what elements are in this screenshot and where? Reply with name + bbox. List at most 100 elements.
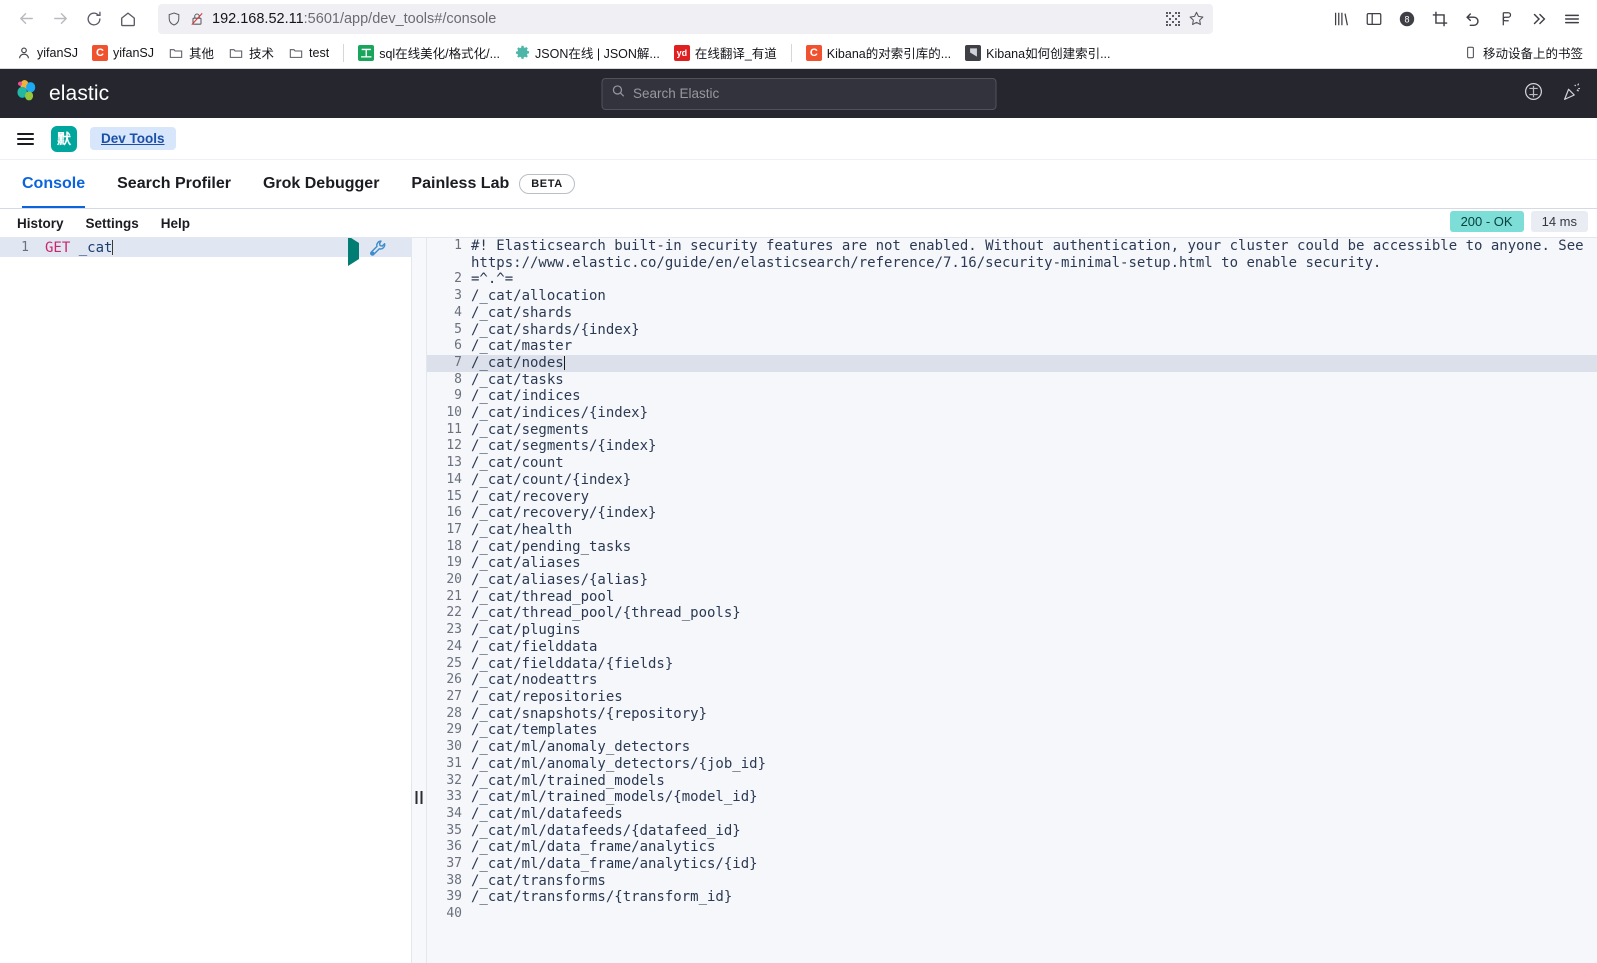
tab-search-profiler[interactable]: Search Profiler xyxy=(101,160,247,208)
response-line[interactable]: 32 /_cat/ml/trained_models xyxy=(427,773,1597,790)
bookmark-folder[interactable]: test xyxy=(282,42,335,64)
response-line[interactable]: 17 /_cat/health xyxy=(427,522,1597,539)
response-line[interactable]: 40 xyxy=(427,906,1597,923)
bookmark-folder[interactable]: 技术 xyxy=(222,40,280,65)
undo-icon[interactable] xyxy=(1458,4,1488,34)
response-line[interactable]: 29 /_cat/templates xyxy=(427,722,1597,739)
response-line[interactable]: 25 /_cat/fielddata/{fields} xyxy=(427,656,1597,673)
pocket-icon[interactable] xyxy=(1491,4,1521,34)
back-arrow-icon[interactable] xyxy=(10,4,42,34)
response-line[interactable]: 28 /_cat/snapshots/{repository} xyxy=(427,706,1597,723)
bookmark-item[interactable]: JSON在线 | JSON解... xyxy=(508,40,666,65)
tab-label: Search Profiler xyxy=(117,175,231,192)
response-line[interactable]: 5 /_cat/shards/{index} xyxy=(427,322,1597,339)
response-line[interactable]: 8 /_cat/tasks xyxy=(427,372,1597,389)
breadcrumb[interactable]: Dev Tools xyxy=(90,127,176,150)
response-line[interactable]: 36 /_cat/ml/data_frame/analytics xyxy=(427,839,1597,856)
play-icon[interactable] xyxy=(348,238,359,266)
overflow-chevrons-icon[interactable] xyxy=(1524,4,1554,34)
response-line[interactable]: 22 /_cat/thread_pool/{thread_pools} xyxy=(427,605,1597,622)
qr-icon[interactable] xyxy=(1165,11,1181,27)
help-icon[interactable] xyxy=(1523,81,1544,107)
bookmark-item[interactable]: C yifanSJ xyxy=(86,42,160,64)
forward-arrow-icon[interactable] xyxy=(44,4,76,34)
response-line[interactable]: 23 /_cat/plugins xyxy=(427,622,1597,639)
container-8-icon[interactable]: 8 xyxy=(1392,4,1422,34)
star-icon[interactable] xyxy=(1188,10,1205,27)
response-line[interactable]: 4 /_cat/shards xyxy=(427,305,1597,322)
mobile-bookmarks-folder[interactable]: 移动设备上的书签 xyxy=(1463,43,1587,62)
response-line[interactable]: 31 /_cat/ml/anomaly_detectors/{job_id} xyxy=(427,756,1597,773)
library-icon[interactable] xyxy=(1326,4,1356,34)
response-line-number: 28 xyxy=(446,705,462,721)
response-line[interactable]: 34 /_cat/ml/datafeeds xyxy=(427,806,1597,823)
tab-grok-debugger[interactable]: Grok Debugger xyxy=(247,160,395,208)
response-line[interactable]: 27 /_cat/repositories xyxy=(427,689,1597,706)
response-line-number: 7 xyxy=(454,354,462,370)
response-line[interactable]: 18 /_cat/pending_tasks xyxy=(427,539,1597,556)
response-line[interactable]: 1 #! Elasticsearch built-in security feat… xyxy=(427,238,1597,271)
beta-badge: BETA xyxy=(519,174,575,194)
response-line[interactable]: 20 /_cat/aliases/{alias} xyxy=(427,572,1597,589)
response-line[interactable]: 16 /_cat/recovery/{index} xyxy=(427,505,1597,522)
address-bar[interactable]: 192.168.52.11:5601/app/dev_tools#/consol… xyxy=(158,3,1213,34)
person-icon xyxy=(16,45,32,61)
response-line[interactable]: 21 /_cat/thread_pool xyxy=(427,589,1597,606)
sidebar-icon[interactable] xyxy=(1359,4,1389,34)
response-line[interactable]: 35 /_cat/ml/datafeeds/{datafeed_id} xyxy=(427,823,1597,840)
response-line-number: 6 xyxy=(454,338,462,354)
response-line[interactable]: 7 /_cat/nodes xyxy=(427,354,1597,372)
dev-tools-tabs: Console Search Profiler Grok Debugger Pa… xyxy=(0,160,1597,209)
app-menu-icon[interactable] xyxy=(1557,4,1587,34)
news-icon[interactable] xyxy=(1562,81,1583,107)
response-line[interactable]: 38 /_cat/transforms xyxy=(427,873,1597,890)
bookmark-item[interactable]: yd 在线翻译_有道 xyxy=(668,40,783,65)
reload-icon[interactable] xyxy=(78,4,110,34)
response-line-content: /_cat/count xyxy=(471,455,564,472)
console-menu-help[interactable]: Help xyxy=(150,216,201,231)
console-menu-history[interactable]: History xyxy=(6,216,75,231)
bookmark-label: 在线翻译_有道 xyxy=(694,47,777,61)
bookmark-item[interactable]: Kibana如何创建索引... xyxy=(959,40,1116,65)
response-line[interactable]: 2 =^.^= xyxy=(427,271,1597,288)
response-line[interactable]: 33 /_cat/ml/trained_models/{model_id} xyxy=(427,789,1597,806)
tab-painless-lab[interactable]: Painless Lab BETA xyxy=(395,160,590,208)
broken-lock-icon[interactable] xyxy=(189,11,205,27)
response-line[interactable]: 37 /_cat/ml/data_frame/analytics/{id} xyxy=(427,856,1597,873)
crop-icon[interactable] xyxy=(1425,4,1455,34)
response-line[interactable]: 6 /_cat/master xyxy=(427,338,1597,355)
svg-text:8: 8 xyxy=(1404,14,1409,24)
response-line[interactable]: 10 /_cat/indices/{index} xyxy=(427,405,1597,422)
pane-splitter[interactable] xyxy=(411,238,427,963)
splitter-grip-icon[interactable] xyxy=(415,791,423,804)
console-menu-settings[interactable]: Settings xyxy=(75,216,150,231)
bookmark-folder[interactable]: 其他 xyxy=(162,40,220,65)
wrench-icon[interactable] xyxy=(369,239,388,262)
response-line[interactable]: 11 /_cat/segments xyxy=(427,422,1597,439)
response-line[interactable]: 19 /_cat/aliases xyxy=(427,555,1597,572)
tab-console[interactable]: Console xyxy=(6,160,101,208)
response-line[interactable]: 39 /_cat/transforms/{transform_id} xyxy=(427,889,1597,906)
space-badge[interactable]: 默 xyxy=(51,125,77,152)
response-line[interactable]: 9 /_cat/indices xyxy=(427,388,1597,405)
bookmark-item[interactable]: C Kibana的对索引库的... xyxy=(800,40,957,65)
hamburger-menu-icon[interactable] xyxy=(13,129,38,149)
bookmark-item[interactable]: yifanSJ xyxy=(10,42,84,64)
browser-toolbar-actions: 8 xyxy=(1320,4,1587,34)
response-line[interactable]: 26 /_cat/nodeattrs xyxy=(427,672,1597,689)
response-line[interactable]: 3 /_cat/allocation xyxy=(427,288,1597,305)
response-line[interactable]: 30 /_cat/ml/anomaly_detectors xyxy=(427,739,1597,756)
global-search-input[interactable]: Search Elastic xyxy=(601,77,996,110)
home-icon[interactable] xyxy=(112,4,144,34)
bookmark-item[interactable]: 工 sql在线美化/格式化/... xyxy=(352,40,506,65)
response-line[interactable]: 14 /_cat/count/{index} xyxy=(427,472,1597,489)
response-viewer[interactable]: 1 #! Elasticsearch built-in security feat… xyxy=(427,238,1597,963)
elastic-logo[interactable]: elastic xyxy=(14,78,109,109)
response-line[interactable]: 12 /_cat/segments/{index} xyxy=(427,438,1597,455)
response-line[interactable]: 15 /_cat/recovery xyxy=(427,489,1597,506)
response-line[interactable]: 13 /_cat/count xyxy=(427,455,1597,472)
browser-toolbar: 192.168.52.11:5601/app/dev_tools#/consol… xyxy=(0,0,1597,37)
response-line[interactable]: 24 /_cat/fielddata xyxy=(427,639,1597,656)
response-lines: 1 #! Elasticsearch built-in security feat… xyxy=(427,238,1597,923)
request-editor[interactable]: 1 GET _cat xyxy=(0,238,411,963)
